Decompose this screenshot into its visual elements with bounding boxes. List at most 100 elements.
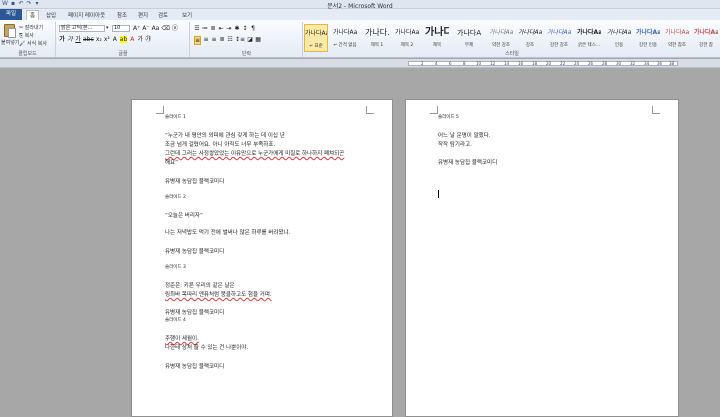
- tab-file[interactable]: 파일: [0, 9, 22, 20]
- bullets-icon[interactable]: ☰: [194, 25, 200, 32]
- char-shading-icon[interactable]: 가: [137, 36, 144, 43]
- strikethrough-icon[interactable]: abc: [83, 36, 94, 43]
- clear-formatting-icon[interactable]: ⌫: [161, 25, 169, 32]
- style-intense-emphasis[interactable]: 가나다AaI 강한 강조: [547, 24, 571, 52]
- enclose-char-icon[interactable]: ㉮: [145, 36, 151, 43]
- superscript-icon[interactable]: x²: [104, 36, 110, 43]
- font-size-box[interactable]: 10: [112, 25, 130, 32]
- ruler-number: 14: [504, 61, 510, 66]
- body-line[interactable]: 정준은: 키른 우리의 같은 날은: [165, 281, 235, 289]
- font-color-icon[interactable]: A: [129, 36, 135, 43]
- increase-indent-icon[interactable]: ⇥: [226, 25, 232, 32]
- text-effects-icon[interactable]: A: [112, 36, 118, 43]
- paste-button[interactable]: 붙여넣기: [1, 39, 19, 46]
- ruler-number: 6: [449, 61, 452, 66]
- highlight-icon[interactable]: ab: [119, 36, 128, 43]
- align-center-icon[interactable]: ≡: [203, 36, 209, 45]
- ruler-track[interactable]: 2 4 6 8 10 12 14 16 18 20 22 24 26 28 30…: [408, 61, 678, 66]
- decrease-indent-icon[interactable]: ⇤: [218, 25, 224, 32]
- align-left-icon[interactable]: ≡: [194, 36, 202, 45]
- font-name-box[interactable]: 맑은 고딕(본...: [59, 25, 105, 32]
- style-intense-reference[interactable]: 가나다AaI 강한 참: [694, 24, 718, 52]
- document-page-2[interactable]: 슬라이드 5 어느 날 운명이 말했다. 작작 탐기라고. 유병재 농담집 블랙…: [405, 99, 679, 417]
- ruler-number: 4: [435, 61, 438, 66]
- ruler-number: 16: [518, 61, 524, 66]
- cut-button[interactable]: ✂ 잘라내기: [19, 24, 43, 31]
- ruler-number: 26: [588, 61, 594, 66]
- tab-view[interactable]: 보기: [182, 11, 192, 19]
- shading-icon[interactable]: ◪: [247, 36, 253, 45]
- footer-credit[interactable]: 유병재 농담집 블랙코미디: [165, 308, 224, 316]
- subscript-icon[interactable]: x₂: [96, 36, 102, 43]
- paste-icon[interactable]: [4, 24, 16, 38]
- grow-font-icon[interactable]: A⁺: [133, 25, 140, 32]
- style-strong[interactable]: 가나다AaI 굵은 텍스...: [577, 24, 601, 52]
- tab-insert[interactable]: 삽입: [46, 11, 56, 19]
- copy-button[interactable]: ⎘ 복사: [19, 32, 34, 39]
- style-normal[interactable]: 가나다AaI ↵ 표준: [304, 24, 328, 52]
- slide-heading[interactable]: 슬라이드 2: [165, 194, 186, 200]
- bold-icon[interactable]: 가: [59, 36, 65, 43]
- footer-credit[interactable]: 유병재 농담집 블랙코미디: [438, 158, 497, 166]
- tab-review[interactable]: 검토: [158, 11, 168, 19]
- document-page-1[interactable]: 슬라이드 1 “누군가 내 평안의 외피에 관심 갖게 하는 데 이십 년 조금…: [131, 99, 393, 417]
- body-line[interactable]: “누군가 내 평안의 외피에 관심 갖게 하는 데 이십 년: [165, 131, 285, 139]
- style-subtle-reference[interactable]: 가나다AaI 약한 참조: [665, 24, 689, 52]
- sort-icon[interactable]: ↕: [242, 25, 248, 32]
- underline-icon[interactable]: 가: [75, 36, 81, 43]
- line-spacing-icon[interactable]: ↕≡: [235, 36, 245, 45]
- tab-page-layout[interactable]: 페이지 레이아웃: [68, 11, 105, 19]
- footer-credit[interactable]: 유병재 농담집 블랙코미디: [165, 177, 224, 185]
- style-subtitle[interactable]: 가나다A 부제: [457, 24, 481, 52]
- borders-icon[interactable]: ▦: [255, 36, 261, 45]
- body-line[interactable]: 그런데 그러는 사정쌓았었는 이유만으로 누군가에게 미칠로 하나하지 폐쳐되곤: [165, 149, 344, 157]
- body-line[interactable]: 해요”: [165, 158, 178, 166]
- shrink-font-icon[interactable]: A⁻: [142, 25, 149, 32]
- style-quote[interactable]: 가나다AaI 인용: [607, 24, 631, 52]
- numbering-icon[interactable]: ≔: [202, 25, 208, 32]
- distributed-icon[interactable]: ☷: [227, 36, 233, 45]
- body-line[interactable]: 조금 넘게 걸렸어요. 아니 아직도 너무 부족하죠.: [165, 140, 275, 148]
- slide-heading[interactable]: 슬라이드 3: [165, 264, 186, 270]
- slide-heading[interactable]: 슬라이드 4: [165, 317, 186, 323]
- styles-group-label: 스타일: [505, 51, 519, 57]
- asian-layout-icon[interactable]: ✱: [234, 25, 240, 32]
- margin-corner-mark: [652, 106, 660, 114]
- body-line[interactable]: 주행이 세월이.: [165, 334, 199, 342]
- style-title[interactable]: 가나디 제목: [425, 24, 449, 52]
- slide-heading[interactable]: 슬라이드 5: [438, 114, 459, 120]
- ruler-number: 28: [602, 61, 608, 66]
- justify-icon[interactable]: ≣: [219, 36, 225, 45]
- body-line[interactable]: 작작 탐기라고.: [438, 140, 472, 148]
- font-name-dropdown-icon[interactable]: ▾: [106, 25, 109, 31]
- text-cursor: [438, 190, 439, 198]
- align-right-icon[interactable]: ≡: [211, 36, 217, 45]
- slide-heading[interactable]: 슬라이드 1: [165, 114, 186, 120]
- phonetic-guide-icon[interactable]: ⓐ: [172, 25, 178, 32]
- footer-credit[interactable]: 유병재 농담집 블랙코미디: [165, 247, 224, 255]
- paragraph-group-label: 단락: [241, 51, 252, 57]
- body-line[interactable]: 나한테 상처 줄 수 있는 건 나뿐이야.: [165, 343, 248, 351]
- font-format-buttons: 가 가 가 abc x₂ x² A ab A 가 ㉮: [59, 36, 151, 43]
- style-emphasis[interactable]: 가나다Aa 강조: [518, 24, 542, 52]
- footer-credit[interactable]: 유병재 농담집 블랙코미디: [165, 362, 224, 370]
- style-heading-1[interactable]: 가나다. 제목 1: [365, 24, 389, 52]
- style-no-spacing[interactable]: 가나다AaI ↵ 간격 없음: [333, 24, 357, 52]
- body-line[interactable]: “오늘은 버리자”: [165, 211, 203, 219]
- tab-references[interactable]: 참조: [117, 11, 127, 19]
- tab-home[interactable]: 홈: [26, 10, 40, 20]
- italic-icon[interactable]: 가: [67, 36, 73, 43]
- body-line[interactable]: 어느 날 운명이 말했다.: [438, 131, 491, 139]
- style-intense-quote[interactable]: 가나다AaI 강한 인용: [636, 24, 660, 52]
- style-heading-2[interactable]: 가나다AaI 제목 2: [395, 24, 419, 52]
- horizontal-ruler[interactable]: 2 4 6 8 10 12 14 16 18 20 22 24 26 28 30…: [0, 59, 720, 68]
- body-line[interactable]: 링최바 목따리 엔퓨처럼 뭉클하고도 험을 거며.: [165, 290, 272, 298]
- change-case-icon[interactable]: Aa: [152, 25, 160, 32]
- body-line[interactable]: 나는 저녁밥도 먹기 전에 벌써나 많은 하루를 버려왔냐.: [165, 228, 290, 236]
- format-painter-button[interactable]: 🖌 서식 복사: [19, 40, 47, 47]
- tab-mailings[interactable]: 편지: [138, 11, 148, 19]
- ruler-number: 32: [630, 61, 636, 66]
- show-marks-icon[interactable]: ¶: [250, 25, 256, 32]
- style-subtle-emphasis[interactable]: 가나다AaI 약한 강조: [489, 24, 513, 52]
- multilevel-list-icon[interactable]: ≣: [210, 25, 216, 32]
